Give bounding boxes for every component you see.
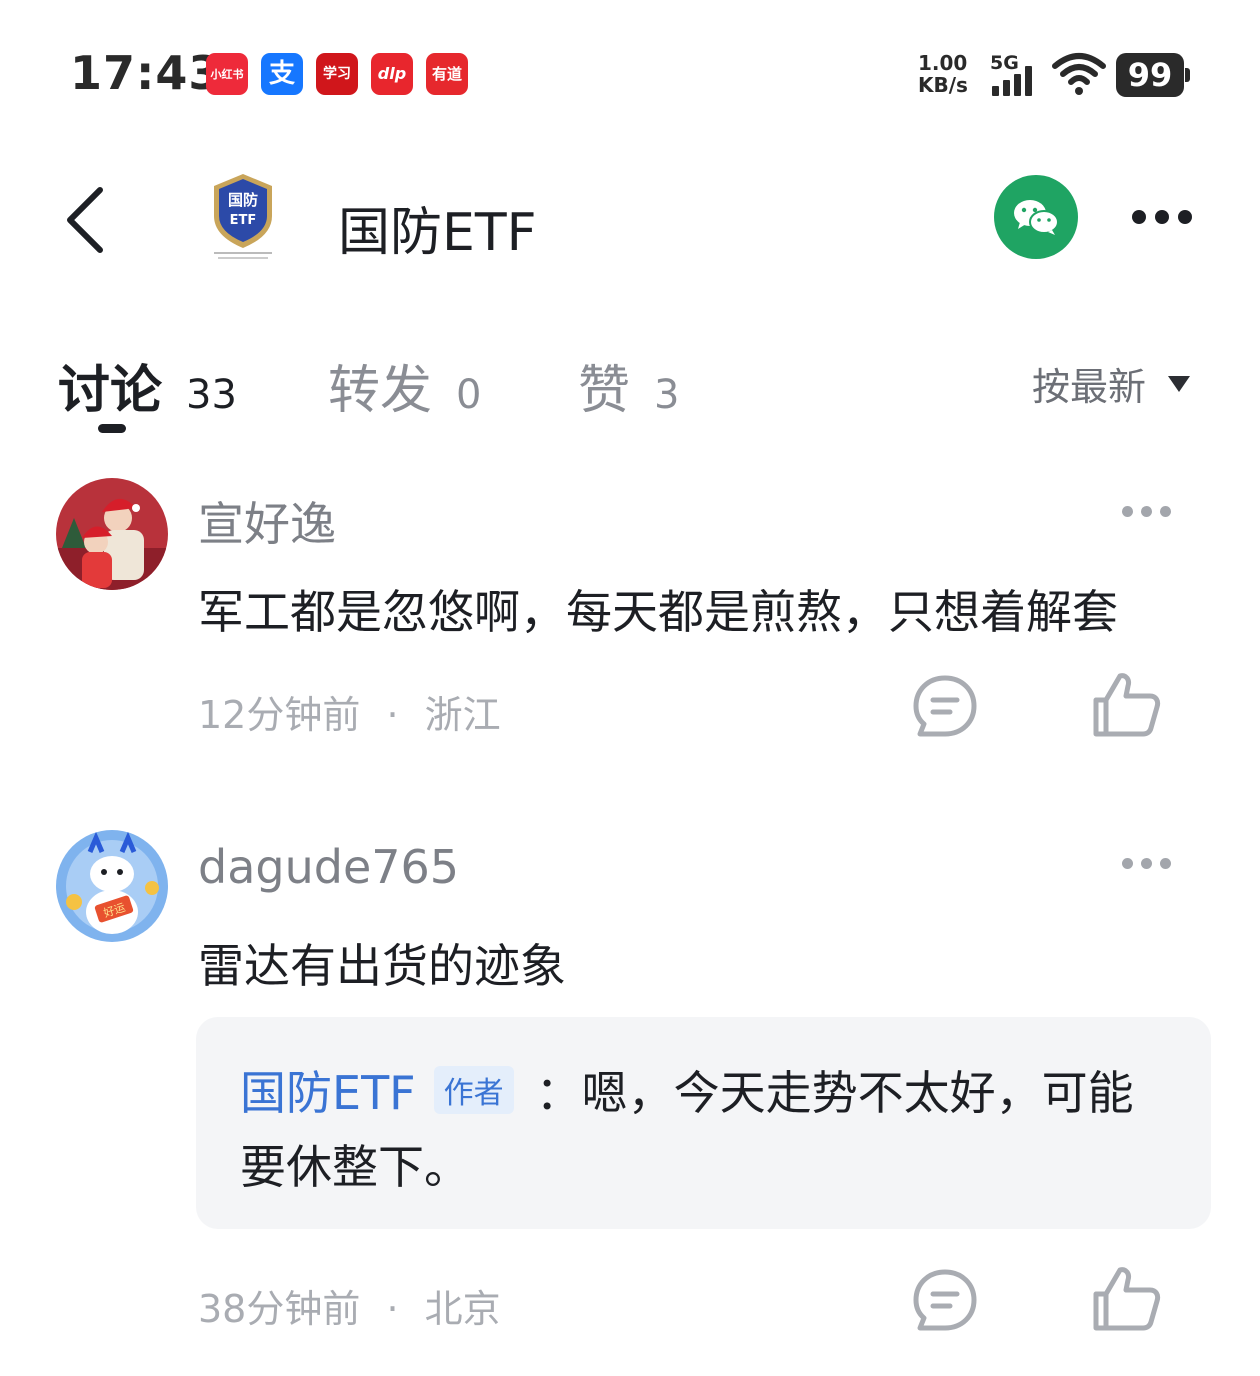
more-options-button[interactable] [1132, 202, 1204, 232]
comment-content: 军工都是忽悠啊，每天都是煎熬，只想着解套 [198, 585, 1118, 639]
comment-time: 38分钟前 [198, 1287, 361, 1331]
dropdown-triangle-icon [1168, 375, 1191, 392]
author-badge: 作者 [433, 1066, 514, 1114]
comment-item: 好运 dagude765 雷达有出货的迹象 国防ETF 作者 ：嗯，今天走势不太… [0, 830, 1260, 1350]
wifi-icon [1052, 53, 1106, 95]
wechat-share-button[interactable] [994, 175, 1078, 259]
thumbs-up-icon[interactable] [1090, 1264, 1162, 1334]
active-tab-indicator [98, 424, 126, 433]
reply-author[interactable]: 国防ETF [240, 1057, 416, 1123]
sort-label: 按最新 [1032, 365, 1147, 409]
wechat-icon [1014, 200, 1059, 235]
page-title: 国防ETF [338, 203, 537, 263]
avatar[interactable]: 好运 [56, 830, 168, 942]
meta-separator: · [386, 1287, 399, 1331]
tab-repost-label: 转发 [328, 361, 433, 421]
comment-content: 雷达有出货的迹象 [198, 939, 566, 993]
comment-more-button[interactable] [1122, 506, 1171, 517]
tab-discussion[interactable]: 讨论 33 [58, 348, 237, 423]
dlp-app-icon: dlp [371, 53, 413, 95]
logo-text: 国防 [228, 191, 258, 209]
network-speed: 1.00 KB/s [918, 52, 968, 96]
comment-time: 12分钟前 [198, 693, 361, 737]
tab-discussion-count: 33 [186, 372, 237, 418]
comment-item: 宣好逸 军工都是忽悠啊，每天都是煎熬，只想着解套 12分钟前 · 浙江 [0, 478, 1260, 758]
reply-text-line1: ：嗯，今天走势不太好，可能 [535, 1066, 1134, 1120]
youdao-app-icon: 有道 [426, 53, 468, 95]
username[interactable]: 宣好逸 [198, 488, 336, 554]
avatar[interactable] [56, 478, 168, 590]
fund-logo: 国防 ETF [208, 170, 278, 262]
meta-separator: · [386, 693, 399, 737]
sort-dropdown[interactable]: 按最新 [1032, 356, 1191, 411]
reply-comment-icon[interactable] [912, 1268, 978, 1334]
tab-likes-label: 赞 [578, 361, 631, 421]
reply-comment-icon[interactable] [912, 674, 978, 740]
xiaohongshu-app-icon: 小红书 [206, 53, 248, 95]
tab-bar: 讨论 33 转发 0 赞 3 按最新 [0, 340, 1260, 440]
status-bar: 17:43 小红书 支 学习 dlp 有道 1.00 KB/s 5G 99 [0, 0, 1260, 150]
xuexi-app-icon: 学习 [316, 53, 358, 95]
network-speed-value: 1.00 [918, 51, 968, 75]
author-reply[interactable]: 国防ETF 作者 ：嗯，今天走势不太好，可能 要休整下。 [196, 1017, 1211, 1229]
comment-location: 浙江 [424, 693, 501, 737]
back-button[interactable] [54, 180, 124, 260]
page-header: 国防 ETF 国防ETF [0, 150, 1260, 290]
tab-repost-count: 0 [456, 372, 482, 418]
tab-repost[interactable]: 转发 0 [328, 348, 481, 423]
alipay-app-icon: 支 [261, 53, 303, 95]
thumbs-up-icon[interactable] [1090, 670, 1162, 740]
comment-meta: 38分钟前 · 北京 [198, 1278, 501, 1333]
battery-indicator: 99 [1116, 53, 1190, 97]
comment-more-button[interactable] [1122, 858, 1171, 869]
comment-location: 北京 [424, 1287, 501, 1331]
tab-likes[interactable]: 赞 3 [578, 348, 679, 423]
network-speed-unit: KB/s [918, 73, 968, 97]
cellular-signal-icon: 5G [990, 52, 1042, 96]
comment-meta: 12分钟前 · 浙江 [198, 684, 501, 739]
tab-discussion-label: 讨论 [58, 361, 163, 421]
tab-likes-count: 3 [654, 372, 680, 418]
reply-text-line2: 要休整下。 [240, 1140, 470, 1194]
clock: 17:43 [70, 46, 222, 100]
username[interactable]: dagude765 [198, 840, 459, 894]
logo-subtext: ETF [230, 213, 257, 228]
